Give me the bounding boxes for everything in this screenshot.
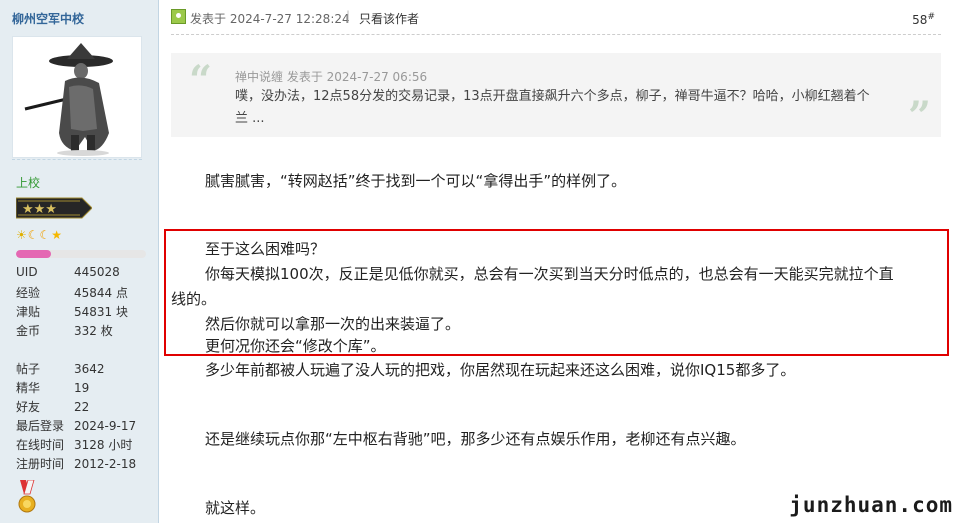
stat-online-time: 在线时间 3128 小时: [16, 436, 132, 453]
stat-value: 3128 小时: [74, 438, 133, 452]
online-status-icon: [171, 9, 186, 24]
stat-gold: 金币 332 枚: [16, 322, 113, 339]
stat-friends: 好友 22: [16, 398, 89, 415]
stat-allowance: 津贴 54831 块: [16, 303, 128, 320]
view-author-only-link[interactable]: 只看该作者: [359, 10, 419, 27]
paragraph: 就这样。: [205, 499, 266, 517]
stat-value[interactable]: 3642: [74, 362, 105, 376]
close-quote-icon: ”: [907, 93, 931, 140]
highlight-box: [164, 229, 949, 356]
rank-insignia-icon: ★★★: [16, 197, 92, 219]
avatar-image: [13, 37, 141, 157]
sidebar-divider: [12, 159, 142, 160]
moon-icon: ☾: [27, 228, 40, 242]
stat-value[interactable]: 22: [74, 400, 89, 414]
stat-value: 45844 点: [74, 286, 128, 300]
stat-label: 好友: [16, 400, 41, 414]
level-icons: ☀☾☾★: [16, 228, 63, 242]
header-divider: |: [346, 9, 351, 23]
star-icon: ★: [51, 228, 64, 242]
stat-label: 在线时间: [16, 438, 65, 452]
stat-register-time: 注册时间 2012-2-18: [16, 455, 136, 472]
stat-uid: UID 445028: [16, 265, 120, 279]
stat-value[interactable]: 19: [74, 381, 89, 395]
post-timestamp: 发表于 2024-7-27 12:28:24: [190, 12, 350, 26]
user-rank: 上校: [16, 176, 41, 190]
stat-label: 精华: [16, 381, 41, 395]
stat-value: 2012-2-18: [74, 457, 137, 471]
stat-label: 最后登录: [16, 419, 65, 433]
stat-digest: 精华 19: [16, 379, 89, 396]
floor-number[interactable]: 58#: [912, 12, 935, 27]
stat-label: 注册时间: [16, 457, 65, 471]
quote-block: “ 禅中说缠 发表于 2024-7-27 06:56 噗，没办法，12点58分发…: [171, 53, 941, 140]
author-sidebar: 柳州空军中校 上校 ★★★ ☀☾☾★ UID 445028 经验 45844 点…: [0, 0, 159, 523]
paragraph: 还是继续玩点你那“左中枢右背驰”吧，那多少还有点娱乐作用，老柳还有点兴趣。: [205, 430, 746, 448]
quote-meta: 禅中说缠 发表于 2024-7-27 06:56: [235, 70, 428, 84]
post-header: 发表于 2024-7-27 12:28:24 | 只看该作者 58#: [171, 8, 941, 28]
stat-experience: 经验 45844 点: [16, 284, 128, 301]
stat-last-login: 最后登录 2024-9-17: [16, 417, 136, 434]
stat-label: 津贴: [16, 305, 41, 319]
stat-label: UID: [16, 265, 38, 279]
stat-value: 54831 块: [74, 305, 128, 319]
stat-value: 332 枚: [74, 324, 113, 338]
open-quote-icon: “: [189, 57, 213, 104]
sun-icon: ☀: [16, 228, 28, 242]
medal-icon[interactable]: [18, 480, 36, 514]
floor-mark: #: [927, 12, 935, 22]
author-username[interactable]: 柳州空军中校: [12, 10, 84, 27]
stat-posts: 帖子 3642: [16, 360, 105, 377]
stat-label: 帖子: [16, 362, 41, 376]
paragraph: 腻害腻害，“转网赵括”终于找到一个可以“拿得出手”的样例了。: [205, 172, 627, 190]
quote-text: 噗，没办法，12点58分发的交易记录，13点开盘直接飙升六个多点，柳子，禅哥牛逼…: [235, 89, 870, 126]
header-separator: [171, 34, 941, 35]
paragraph: 多少年前都被人玩遍了没人玩的把戏，你居然现在玩起来还这么困难，说你IQ15都多了…: [205, 361, 796, 379]
stat-value[interactable]: 445028: [74, 265, 120, 279]
moon-icon: ☾: [39, 228, 52, 242]
stat-label: 金币: [16, 324, 41, 338]
avatar[interactable]: [12, 36, 142, 158]
stat-label: 经验: [16, 286, 41, 300]
site-watermark: junzhuan.com: [789, 493, 953, 517]
level-progress-bar: [16, 250, 146, 258]
stat-value: 2024-9-17: [74, 419, 137, 433]
level-progress-fill: [16, 250, 52, 258]
floor-number-value: 58: [912, 13, 928, 27]
